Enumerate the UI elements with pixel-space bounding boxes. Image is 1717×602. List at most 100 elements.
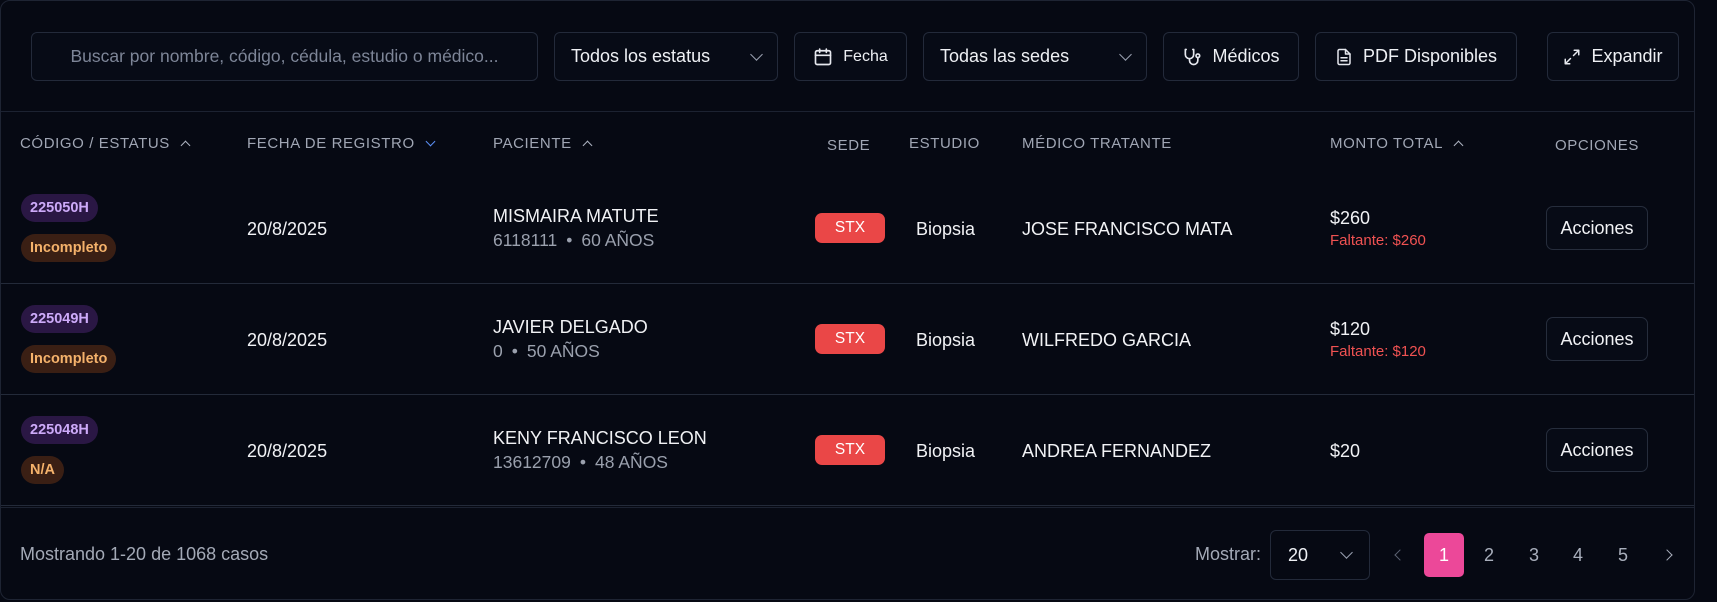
column-header-registration-date[interactable]: FECHA DE REGISTRO: [247, 135, 436, 152]
table-row: 225049H Incompleto 20/8/2025 JAVIER DELG…: [1, 285, 1694, 395]
study-type: Biopsia: [916, 441, 976, 461]
site-filter-select[interactable]: Todas las sedes: [923, 32, 1147, 81]
patient-age: 48 AÑOS: [595, 452, 668, 472]
total-amount: $120: [1330, 319, 1371, 339]
patient-id: 0: [493, 341, 503, 361]
patient-meta: 13612709 • 48 AÑOS: [493, 452, 668, 473]
site-badge: STX: [815, 324, 885, 354]
column-header-site: SEDE: [827, 137, 870, 154]
sort-down-icon: [425, 136, 436, 147]
page-size-value: 20: [1288, 544, 1309, 565]
treating-doctor: ANDREA FERNANDEZ: [1022, 441, 1212, 461]
total-amount: $20: [1330, 441, 1361, 461]
case-code-badge: 225050H: [21, 194, 98, 222]
registration-date: 20/8/2025: [247, 330, 328, 350]
table-footer: Mostrando 1-20 de 1068 casos Mostrar: 20…: [1, 507, 1694, 599]
study-type: Biopsia: [916, 330, 976, 350]
case-code-badge: 225048H: [21, 416, 98, 444]
calendar-icon: [813, 47, 833, 67]
case-code-badge: 225049H: [21, 305, 98, 333]
column-header-label: ESTUDIO: [909, 135, 980, 152]
page-button-3[interactable]: 3: [1514, 533, 1554, 577]
status-badge: N/A: [21, 456, 64, 484]
column-header-total[interactable]: MONTO TOTAL: [1330, 135, 1464, 152]
patient-id: 6118111: [493, 230, 558, 250]
chevron-left-icon: [1394, 549, 1406, 561]
status-badge: Incompleto: [21, 234, 117, 262]
page-button-2[interactable]: 2: [1469, 533, 1509, 577]
column-header-label: MONTO TOTAL: [1330, 135, 1444, 152]
column-header-doctor: MÉDICO TRATANTE: [1022, 135, 1172, 152]
missing-amount: Faltante: $120: [1330, 343, 1426, 360]
chevron-down-icon: [1119, 47, 1132, 61]
column-header-label: PACIENTE: [493, 135, 572, 152]
page-size-label: Mostrar:: [1195, 544, 1262, 564]
site-badge: STX: [815, 435, 885, 465]
total-amount: $260: [1330, 208, 1371, 228]
cases-panel: Buscar por nombre, código, cédula, estud…: [0, 0, 1695, 600]
status-badge: Incompleto: [21, 345, 117, 373]
chevron-down-icon: [750, 47, 763, 61]
study-type: Biopsia: [916, 219, 976, 239]
patient-name: JAVIER DELGADO: [493, 317, 648, 337]
column-header-label: FECHA DE REGISTRO: [247, 135, 415, 152]
pdf-available-label: PDF Disponibles: [1362, 46, 1498, 66]
chevron-down-icon: [1340, 546, 1353, 559]
next-page-button[interactable]: [1647, 533, 1687, 577]
column-header-label: MÉDICO TRATANTE: [1022, 135, 1172, 152]
previous-page-button[interactable]: [1380, 533, 1420, 577]
patient-name: MISMAIRA MATUTE: [493, 206, 659, 226]
search-input[interactable]: Buscar por nombre, código, cédula, estud…: [31, 32, 538, 81]
status-filter-select[interactable]: Todos los estatus: [554, 32, 778, 81]
expand-icon: [1563, 48, 1581, 66]
registration-date: 20/8/2025: [247, 219, 328, 239]
column-header-patient[interactable]: PACIENTE: [493, 135, 593, 152]
column-header-label: CÓDIGO / ESTATUS: [20, 135, 170, 152]
registration-date: 20/8/2025: [247, 441, 328, 461]
pdf-available-button[interactable]: PDF Disponibles: [1315, 32, 1517, 81]
missing-amount: Faltante: $260: [1330, 232, 1426, 249]
table-row: 225050H Incompleto 20/8/2025 MISMAIRA MA…: [1, 174, 1694, 284]
document-icon: [1335, 47, 1353, 67]
stethoscope-icon: [1182, 47, 1202, 67]
date-filter-label: Fecha: [843, 47, 888, 65]
patient-age: 50 AÑOS: [526, 341, 600, 361]
expand-label: Expandir: [1591, 46, 1663, 66]
separator-dot: •: [566, 230, 573, 250]
actions-button[interactable]: Acciones: [1546, 206, 1648, 250]
actions-button[interactable]: Acciones: [1546, 428, 1648, 472]
expand-button[interactable]: Expandir: [1547, 32, 1679, 81]
column-header-study: ESTUDIO: [909, 135, 980, 152]
results-summary: Mostrando 1-20 de 1068 casos: [20, 544, 269, 564]
status-filter-value: Todos los estatus: [571, 46, 711, 66]
page-button-4[interactable]: 4: [1558, 533, 1598, 577]
treating-doctor: WILFREDO GARCIA: [1022, 330, 1192, 350]
patient-meta: 6118111 • 60 AÑOS: [493, 230, 654, 251]
actions-button[interactable]: Acciones: [1546, 317, 1648, 361]
patient-meta: 0 • 50 AÑOS: [493, 341, 600, 362]
sort-up-icon: [180, 140, 191, 151]
doctors-filter-label: Médicos: [1212, 46, 1280, 66]
separator-dot: •: [579, 452, 587, 472]
column-header-options: OPCIONES: [1555, 137, 1639, 154]
page-button-5[interactable]: 5: [1603, 533, 1643, 577]
page-size-select[interactable]: 20: [1270, 530, 1370, 580]
patient-age: 60 AÑOS: [581, 230, 655, 250]
date-filter-button[interactable]: Fecha: [794, 32, 907, 81]
sort-up-icon: [1453, 140, 1464, 151]
patient-name: KENY FRANCISCO LEON: [493, 428, 707, 448]
site-filter-value: Todas las sedes: [940, 46, 1070, 66]
chevron-right-icon: [1661, 549, 1673, 561]
column-header-label: OPCIONES: [1555, 137, 1639, 154]
column-header-label: SEDE: [827, 137, 871, 154]
patient-id: 13612709: [493, 452, 571, 472]
separator-dot: •: [511, 341, 518, 361]
treating-doctor: JOSE FRANCISCO MATA: [1022, 219, 1233, 239]
doctors-filter-button[interactable]: Médicos: [1163, 32, 1299, 81]
table-header: CÓDIGO / ESTATUS FECHA DE REGISTRO PACIE…: [1, 113, 1694, 175]
site-badge: STX: [815, 213, 885, 243]
sort-up-icon: [582, 140, 593, 151]
page-button-1[interactable]: 1: [1424, 533, 1464, 577]
table-row: 225048H N/A 20/8/2025 KENY FRANCISCO LEO…: [1, 396, 1694, 506]
column-header-code-status[interactable]: CÓDIGO / ESTATUS: [20, 135, 191, 152]
